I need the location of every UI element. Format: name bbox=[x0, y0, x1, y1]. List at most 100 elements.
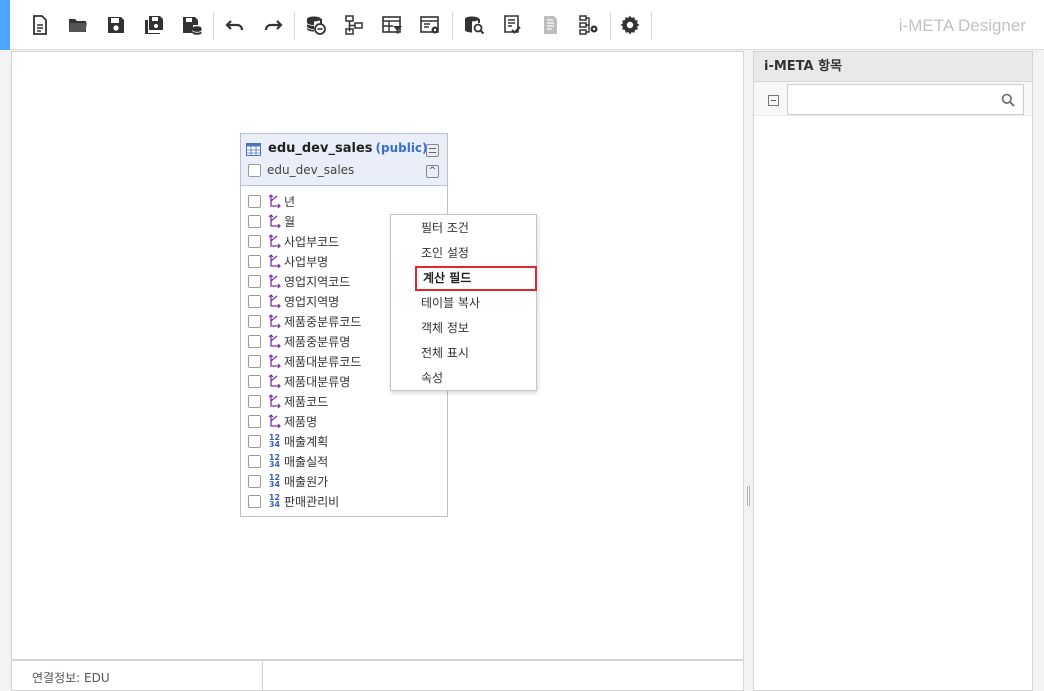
db-search-icon[interactable] bbox=[459, 10, 489, 40]
status-bar: 연결정보: EDU bbox=[11, 660, 744, 691]
dimension-icon bbox=[267, 234, 282, 249]
menu-item[interactable]: 조인 설정 bbox=[391, 241, 538, 266]
toolbar-separator bbox=[610, 12, 611, 40]
column-checkbox[interactable] bbox=[248, 374, 261, 388]
menu-item[interactable]: 필터 조건 bbox=[391, 216, 538, 241]
column-checkbox[interactable] bbox=[248, 254, 261, 268]
search-input[interactable] bbox=[788, 85, 988, 114]
column-row[interactable]: 제품코드 bbox=[241, 391, 447, 411]
column-label: 년 bbox=[284, 194, 296, 209]
dimension-icon bbox=[267, 414, 282, 429]
redo-icon[interactable] bbox=[258, 10, 288, 40]
splitter-handle[interactable] bbox=[746, 486, 751, 506]
table-filter-icon[interactable] bbox=[377, 10, 407, 40]
column-checkbox[interactable] bbox=[248, 394, 261, 408]
dimension-icon bbox=[267, 194, 282, 209]
save-icon[interactable] bbox=[101, 10, 131, 40]
column-label: 사업부코드 bbox=[284, 234, 340, 249]
column-label: 사업부명 bbox=[284, 254, 329, 269]
dimension-icon bbox=[267, 214, 282, 229]
app-window: i-META Designer edu_dev_sales (public) ed… bbox=[0, 0, 1044, 691]
column-label: 제품중분류코드 bbox=[284, 314, 362, 329]
search-box bbox=[787, 84, 1024, 115]
open-folder-icon[interactable] bbox=[63, 10, 93, 40]
save-to-db-icon[interactable] bbox=[177, 10, 207, 40]
column-row[interactable]: 12 34 매출계획 bbox=[241, 431, 447, 451]
menu-item[interactable]: 속성 bbox=[391, 366, 538, 391]
new-document-icon[interactable] bbox=[25, 10, 55, 40]
gear-icon[interactable] bbox=[615, 10, 645, 40]
undo-icon[interactable] bbox=[220, 10, 250, 40]
column-checkbox[interactable] bbox=[248, 434, 261, 448]
checklist-icon[interactable] bbox=[497, 10, 527, 40]
db-connection-icon[interactable] bbox=[301, 10, 331, 40]
dimension-icon bbox=[267, 354, 282, 369]
column-checkbox[interactable] bbox=[248, 274, 261, 288]
column-row[interactable]: 12 34 매출원가 bbox=[241, 471, 447, 491]
column-label: 제품코드 bbox=[284, 394, 329, 409]
column-row[interactable]: 12 34 판매관리비 bbox=[241, 491, 447, 511]
menu-item[interactable]: 객체 정보 bbox=[391, 316, 538, 341]
meta-items-panel: i-META 항목 bbox=[753, 51, 1033, 691]
column-label: 매출실적 bbox=[284, 454, 329, 469]
table-menu-button[interactable] bbox=[426, 144, 439, 157]
dimension-icon bbox=[267, 334, 282, 349]
dimension-icon bbox=[267, 254, 282, 269]
save-as-icon[interactable] bbox=[139, 10, 169, 40]
status-separator bbox=[262, 661, 263, 691]
toolbar-separator bbox=[651, 12, 652, 40]
toolbar-separator bbox=[294, 12, 295, 40]
dimension-icon bbox=[267, 274, 282, 289]
measure-icon: 12 34 bbox=[268, 493, 281, 509]
select-all-checkbox[interactable] bbox=[248, 163, 261, 177]
column-checkbox[interactable] bbox=[248, 414, 261, 428]
column-row[interactable]: 12 34 매출실적 bbox=[241, 451, 447, 471]
column-checkbox[interactable] bbox=[248, 494, 261, 508]
column-row[interactable]: 년 bbox=[241, 191, 447, 211]
column-label: 매출계획 bbox=[284, 434, 329, 449]
table-name: edu_dev_sales bbox=[268, 141, 373, 156]
panel-search-row bbox=[754, 82, 1032, 116]
menu-item[interactable]: 전체 표시 bbox=[391, 341, 538, 366]
column-checkbox[interactable] bbox=[248, 454, 261, 468]
measure-icon: 12 34 bbox=[268, 433, 281, 449]
table-header[interactable]: edu_dev_sales (public) edu_dev_sales ^ bbox=[241, 134, 447, 186]
chevron-up-icon: ^ bbox=[428, 166, 437, 176]
column-checkbox[interactable] bbox=[248, 354, 261, 368]
column-checkbox[interactable] bbox=[248, 294, 261, 308]
table-alias: edu_dev_sales bbox=[267, 163, 355, 177]
connection-info: 연결정보: EDU bbox=[32, 671, 110, 685]
column-checkbox[interactable] bbox=[248, 334, 261, 348]
table-title: edu_dev_sales (public) bbox=[268, 141, 428, 156]
collapse-all-icon[interactable] bbox=[768, 95, 779, 106]
column-row[interactable]: 제품명 bbox=[241, 411, 447, 431]
search-icon[interactable] bbox=[1001, 93, 1015, 107]
dimension-icon bbox=[267, 294, 282, 309]
column-checkbox[interactable] bbox=[248, 194, 261, 208]
dimension-icon bbox=[267, 374, 282, 389]
panel-title: i-META 항목 bbox=[754, 52, 1032, 82]
table-schema: (public) bbox=[375, 141, 428, 155]
column-label: 매출원가 bbox=[284, 474, 329, 489]
document-icon[interactable] bbox=[535, 10, 565, 40]
dimension-icon bbox=[267, 314, 282, 329]
column-label: 월 bbox=[284, 214, 296, 229]
hierarchy-icon[interactable] bbox=[339, 10, 369, 40]
table-icon bbox=[246, 143, 261, 156]
table-settings-icon[interactable] bbox=[415, 10, 445, 40]
column-checkbox[interactable] bbox=[248, 474, 261, 488]
column-label: 영업지역명 bbox=[284, 294, 340, 309]
column-checkbox[interactable] bbox=[248, 214, 261, 228]
context-menu: 필터 조건 조인 설정 계산 필드 테이블 복사 객체 정보 전체 표시 속성 bbox=[390, 214, 537, 391]
column-checkbox[interactable] bbox=[248, 314, 261, 328]
menu-item[interactable]: 계산 필드 bbox=[415, 266, 537, 291]
column-label: 영업지역코드 bbox=[284, 274, 351, 289]
toolbar-separator bbox=[213, 12, 214, 40]
measure-icon: 12 34 bbox=[268, 473, 281, 489]
toolbar-separator bbox=[452, 12, 453, 40]
menu-item[interactable]: 테이블 복사 bbox=[391, 291, 538, 316]
column-label: 제품대분류명 bbox=[284, 374, 351, 389]
collapse-button[interactable]: ^ bbox=[426, 165, 439, 178]
column-checkbox[interactable] bbox=[248, 234, 261, 248]
tree-settings-icon[interactable] bbox=[573, 10, 603, 40]
